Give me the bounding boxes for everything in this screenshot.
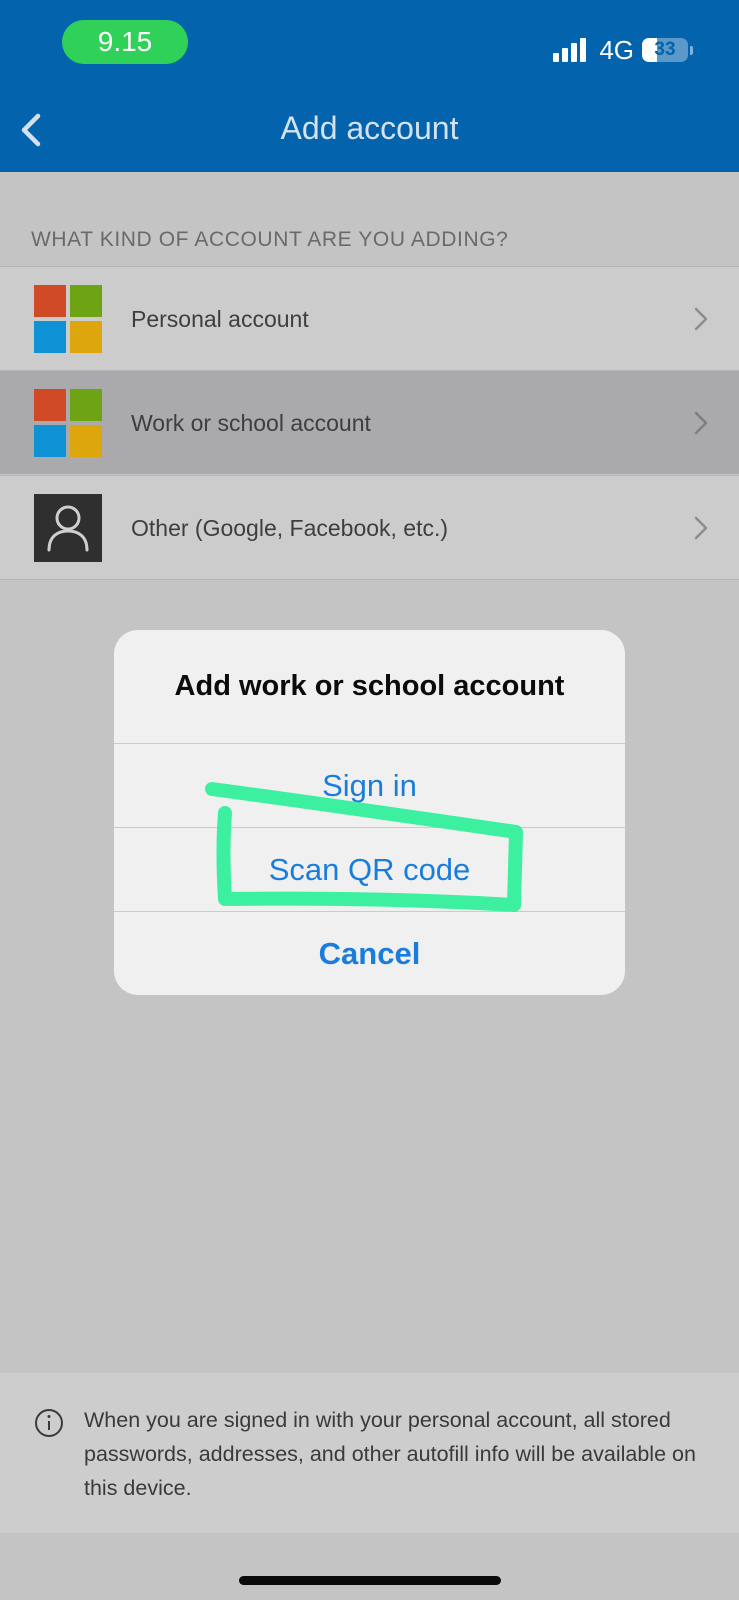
dialog-title: Add work or school account [174, 670, 565, 702]
cancel-button[interactable]: Cancel [114, 911, 625, 995]
account-option-work-school[interactable]: Work or school account [0, 370, 739, 474]
action-sheet-dialog: Add work or school account Sign in Scan … [114, 630, 625, 995]
status-time[interactable]: 9.15 [62, 20, 188, 64]
battery-icon: 33 [642, 38, 693, 62]
info-icon [35, 1409, 63, 1437]
info-text: When you are signed in with your persona… [84, 1408, 696, 1500]
section-header: WHAT KIND OF ACCOUNT ARE YOU ADDING? [31, 228, 509, 251]
account-option-label: Work or school account [131, 410, 371, 436]
status-indicators: 4G 33 [553, 30, 693, 70]
sign-in-button[interactable]: Sign in [114, 743, 625, 827]
scan-qr-code-button[interactable]: Scan QR code [114, 827, 625, 911]
chevron-right-icon [694, 307, 708, 331]
cellular-signal-icon [553, 38, 589, 62]
chevron-right-icon [694, 411, 708, 435]
list-divider [0, 579, 739, 580]
battery-percent: 33 [654, 39, 676, 60]
chevron-right-icon [694, 516, 708, 540]
person-icon [34, 494, 102, 562]
page-title: Add account [280, 110, 459, 146]
microsoft-logo-icon [34, 285, 102, 353]
account-option-label: Personal account [131, 306, 309, 332]
account-option-personal[interactable]: Personal account [0, 266, 739, 370]
account-option-other[interactable]: Other (Google, Facebook, etc.) [0, 475, 739, 579]
microsoft-logo-icon [34, 389, 102, 457]
info-panel: When you are signed in with your persona… [0, 1373, 739, 1533]
header-bar: 9.15 4G 33 Add account [0, 0, 739, 172]
network-type: 4G [599, 34, 634, 65]
home-indicator[interactable] [239, 1576, 501, 1585]
account-option-label: Other (Google, Facebook, etc.) [131, 515, 449, 541]
